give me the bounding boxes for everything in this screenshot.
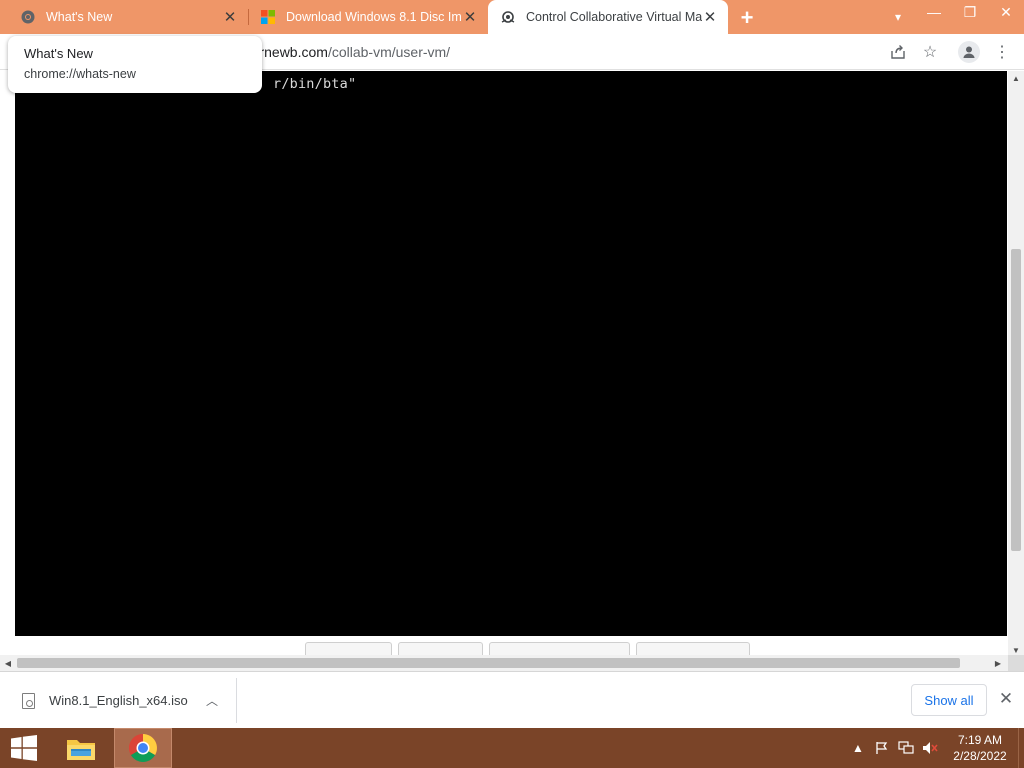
- scroll-right-icon[interactable]: ▶: [990, 655, 1006, 671]
- file-explorer-taskbar-button[interactable]: [52, 728, 110, 768]
- close-icon[interactable]: ✕: [702, 9, 718, 26]
- tab-hover-card: What's New chrome://whats-new: [8, 36, 262, 93]
- windows-logo-icon: [11, 735, 37, 761]
- tab-title: Download Windows 8.1 Disc Ima: [286, 10, 462, 24]
- download-file-name: Win8.1_English_x64.iso: [49, 693, 188, 708]
- tab-collab-vm[interactable]: Control Collaborative Virtual Ma ✕: [488, 0, 728, 34]
- page-content: r/bin/bta": [0, 71, 1008, 657]
- new-tab-button[interactable]: +: [736, 5, 758, 30]
- chevron-down-icon[interactable]: ▾: [888, 8, 908, 26]
- minimize-button[interactable]: —: [916, 0, 952, 24]
- vm-display[interactable]: r/bin/bta": [15, 71, 1007, 636]
- scroll-up-icon[interactable]: ▲: [1008, 71, 1024, 85]
- address-bar[interactable]: uternewb.com/collab-vm/user-vm/: [240, 39, 952, 65]
- tab-download-windows[interactable]: Download Windows 8.1 Disc Ima ✕: [248, 0, 488, 34]
- kebab-menu-icon[interactable]: ⋮: [992, 42, 1012, 62]
- network-icon[interactable]: [894, 741, 918, 755]
- download-shelf: Win8.1_English_x64.iso ︿ Show all ✕: [0, 671, 1024, 728]
- scrollbar-corner: [1008, 655, 1024, 671]
- show-hidden-icons-icon[interactable]: ▲: [846, 741, 870, 755]
- horizontal-scrollbar[interactable]: ◀ ▶: [0, 655, 1008, 671]
- action-center-flag-icon[interactable]: [870, 741, 894, 755]
- start-button[interactable]: [0, 728, 48, 768]
- clock-time: 7:19 AM: [957, 733, 1003, 747]
- tab-strip: What's New ✕ Download Windows 8.1 Disc I…: [0, 0, 1024, 34]
- bookmark-star-icon[interactable]: ☆: [920, 42, 940, 62]
- clock-date: 2/28/2022: [953, 749, 1007, 763]
- window-controls: — ❐ ✕: [916, 0, 1024, 34]
- close-window-button[interactable]: ✕: [988, 0, 1024, 24]
- chrome-icon: [20, 9, 36, 25]
- file-icon: [22, 692, 35, 709]
- tab-whats-new[interactable]: What's New ✕: [8, 0, 248, 34]
- close-icon[interactable]: ✕: [222, 9, 238, 26]
- close-icon[interactable]: ✕: [462, 9, 478, 26]
- system-tray: ▲ 7:19 AM 2/28/2022: [846, 728, 1024, 768]
- download-item[interactable]: Win8.1_English_x64.iso ︿: [0, 678, 237, 723]
- hover-card-title: What's New: [24, 46, 93, 61]
- volume-muted-icon[interactable]: [918, 741, 942, 755]
- scrollbar-thumb[interactable]: [17, 658, 960, 668]
- folder-icon: [67, 740, 95, 760]
- share-icon[interactable]: [888, 42, 908, 62]
- show-all-button[interactable]: Show all: [911, 684, 987, 716]
- show-desktop-button[interactable]: [1018, 728, 1024, 768]
- tab-title: What's New: [46, 10, 113, 24]
- microsoft-icon: [260, 9, 276, 25]
- hover-card-url: chrome://whats-new: [24, 67, 136, 81]
- close-icon[interactable]: ✕: [997, 689, 1015, 708]
- profile-avatar-icon[interactable]: [958, 41, 980, 63]
- collab-vm-icon: [500, 9, 516, 25]
- windows-taskbar: ▲ 7:19 AM 2/28/2022: [0, 728, 1024, 768]
- clock[interactable]: 7:19 AM 2/28/2022: [942, 732, 1018, 764]
- chevron-up-icon[interactable]: ︿: [204, 692, 220, 709]
- chrome-taskbar-button[interactable]: [114, 728, 172, 768]
- restore-button[interactable]: ❐: [952, 0, 988, 24]
- scrollbar-thumb[interactable]: [1011, 249, 1021, 551]
- chrome-icon: [129, 734, 157, 762]
- scroll-left-icon[interactable]: ◀: [0, 655, 16, 671]
- url-text: uternewb.com/collab-vm/user-vm/: [240, 44, 451, 60]
- tab-title: Control Collaborative Virtual Ma: [526, 10, 702, 24]
- vertical-scrollbar[interactable]: ▲ ▼: [1008, 71, 1024, 657]
- vm-console-text: r/bin/bta": [273, 76, 357, 92]
